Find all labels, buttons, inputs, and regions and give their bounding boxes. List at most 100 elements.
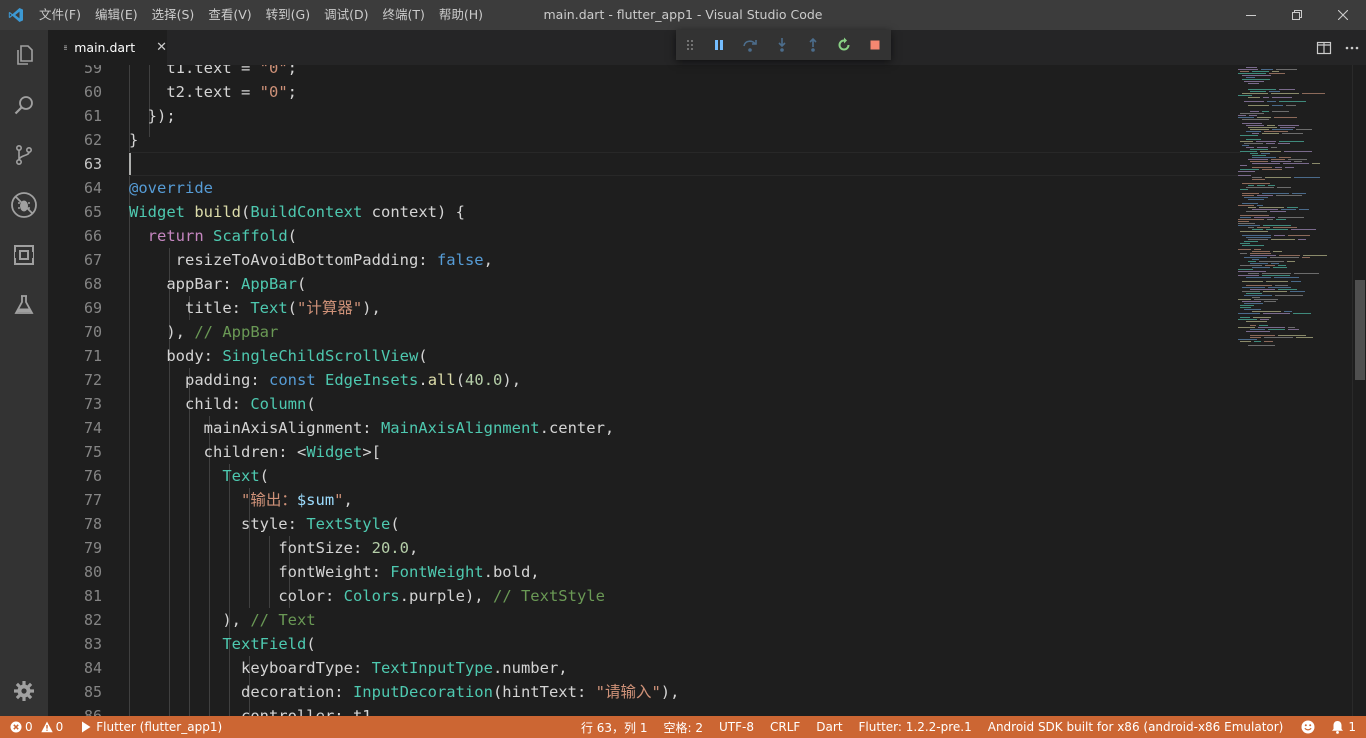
minimap-line bbox=[1260, 151, 1281, 152]
minimap-line bbox=[1238, 225, 1260, 226]
minimap-line bbox=[1238, 271, 1266, 272]
activity-extensions[interactable] bbox=[0, 230, 48, 280]
flutter-version[interactable]: Flutter: 1.2.2-pre.1 bbox=[853, 716, 978, 738]
minimap-line bbox=[1287, 207, 1298, 208]
file-lines-icon bbox=[64, 45, 68, 50]
minimap-line bbox=[1248, 97, 1260, 98]
step-out-button[interactable] bbox=[797, 30, 828, 60]
stop-button[interactable] bbox=[860, 30, 891, 60]
cursor-position[interactable]: 行 63，列 1 bbox=[575, 716, 654, 738]
minimap-line bbox=[1238, 115, 1246, 116]
minimap-line bbox=[1273, 267, 1287, 268]
minimap-line bbox=[1256, 141, 1276, 142]
device-selector[interactable]: Android SDK built for x86 (android-x86 E… bbox=[982, 716, 1290, 738]
minimap-line bbox=[1242, 119, 1269, 120]
line-number: 62 bbox=[83, 131, 102, 149]
line-ending[interactable]: CRLF bbox=[764, 716, 806, 738]
menu-terminal[interactable]: 终端(T) bbox=[375, 0, 431, 30]
minimap-line bbox=[1261, 153, 1270, 154]
feedback-button[interactable] bbox=[1295, 716, 1321, 738]
scrollbar-thumb[interactable] bbox=[1355, 280, 1365, 380]
line-number: 85 bbox=[83, 683, 102, 701]
minimap-line bbox=[1240, 341, 1251, 342]
activity-debug[interactable] bbox=[0, 180, 48, 230]
code-line: 61 }); bbox=[48, 104, 1238, 128]
code-text: appBar: AppBar( bbox=[166, 275, 307, 293]
step-over-button[interactable] bbox=[735, 30, 766, 60]
notifications-button[interactable]: 1 bbox=[1325, 716, 1362, 738]
restore-button[interactable] bbox=[1274, 0, 1320, 30]
split-editor-button[interactable] bbox=[1310, 30, 1338, 65]
restart-button[interactable] bbox=[828, 30, 859, 60]
close-window-button[interactable] bbox=[1320, 0, 1366, 30]
menu-edit[interactable]: 编辑(E) bbox=[88, 0, 145, 30]
activity-settings[interactable] bbox=[0, 666, 48, 716]
editor-scrollbar[interactable] bbox=[1352, 65, 1366, 716]
minimap-line bbox=[1240, 71, 1249, 72]
minimap-line bbox=[1263, 225, 1291, 226]
tab-main-dart[interactable]: main.dart ✕ bbox=[48, 30, 167, 65]
minimap-line bbox=[1242, 235, 1271, 236]
drag-grip-icon[interactable] bbox=[676, 39, 703, 51]
minimap-line bbox=[1242, 291, 1260, 292]
code-text: TextField( bbox=[222, 635, 316, 653]
indentation[interactable]: 空格: 2 bbox=[658, 716, 710, 738]
code-line: 79 fontSize: 20.0, bbox=[48, 536, 1238, 560]
activity-source-control[interactable] bbox=[0, 130, 48, 180]
menu-help[interactable]: 帮助(H) bbox=[432, 0, 490, 30]
line-number: 68 bbox=[83, 275, 102, 293]
minimap[interactable] bbox=[1238, 65, 1338, 716]
activity-explorer[interactable] bbox=[0, 30, 48, 80]
line-number: 65 bbox=[83, 203, 102, 221]
minimap-line bbox=[1262, 273, 1291, 274]
minimap-line bbox=[1242, 287, 1265, 288]
minimize-button[interactable] bbox=[1228, 0, 1274, 30]
minimap-line bbox=[1240, 165, 1247, 166]
minimap-line bbox=[1252, 155, 1266, 156]
minimap-line bbox=[1275, 295, 1303, 296]
tab-close-icon[interactable]: ✕ bbox=[156, 40, 167, 55]
language-mode[interactable]: Dart bbox=[810, 716, 848, 738]
minimap-line bbox=[1249, 115, 1257, 116]
activity-search[interactable] bbox=[0, 80, 48, 130]
code-text: } bbox=[129, 131, 139, 149]
menu-debug[interactable]: 调试(D) bbox=[317, 0, 375, 30]
minimap-line bbox=[1268, 287, 1291, 288]
minimap-line bbox=[1246, 293, 1262, 294]
minimap-line bbox=[1259, 207, 1284, 208]
minimap-line bbox=[1240, 217, 1251, 218]
code-text: ), // Text bbox=[222, 611, 316, 629]
minimap-line bbox=[1244, 309, 1261, 310]
stop-icon bbox=[870, 40, 880, 50]
activity-testing[interactable] bbox=[0, 280, 48, 330]
step-into-button[interactable] bbox=[766, 30, 797, 60]
encoding[interactable]: UTF-8 bbox=[713, 716, 760, 738]
code-text: controller: t1, bbox=[240, 707, 381, 716]
minimap-line bbox=[1240, 305, 1254, 306]
minimap-line bbox=[1242, 93, 1268, 94]
minimap-line bbox=[1244, 101, 1264, 102]
menu-go[interactable]: 转到(G) bbox=[259, 0, 317, 30]
minimap-line bbox=[1252, 163, 1280, 164]
code-line: 75 children: <Widget>[ bbox=[48, 440, 1238, 464]
pause-button[interactable] bbox=[703, 30, 734, 60]
minimap-line bbox=[1238, 69, 1258, 70]
debug-target[interactable]: Flutter (flutter_app1) bbox=[75, 716, 228, 738]
minimap-line bbox=[1303, 255, 1327, 256]
minimap-line bbox=[1252, 259, 1259, 260]
minimap-line bbox=[1246, 77, 1255, 78]
menu-view[interactable]: 查看(V) bbox=[201, 0, 258, 30]
editor-actions bbox=[1310, 30, 1366, 65]
code-editor[interactable]: 59 t1.text = "0"; 60 t2.text = "0"; 61 }… bbox=[48, 65, 1352, 716]
minimap-line bbox=[1287, 261, 1295, 262]
minimap-line bbox=[1279, 101, 1306, 102]
code-line: 63 bbox=[48, 152, 1238, 176]
code-line: 71 body: SingleChildScrollView( bbox=[48, 344, 1238, 368]
more-actions-button[interactable] bbox=[1338, 30, 1366, 65]
code-text: children: <Widget>[ bbox=[203, 443, 381, 461]
minimap-line bbox=[1246, 147, 1254, 148]
problems-indicator[interactable]: 0 0 bbox=[0, 716, 69, 738]
menu-file[interactable]: 文件(F) bbox=[32, 0, 88, 30]
menu-selection[interactable]: 选择(S) bbox=[145, 0, 202, 30]
code-line: 78 style: TextStyle( bbox=[48, 512, 1238, 536]
